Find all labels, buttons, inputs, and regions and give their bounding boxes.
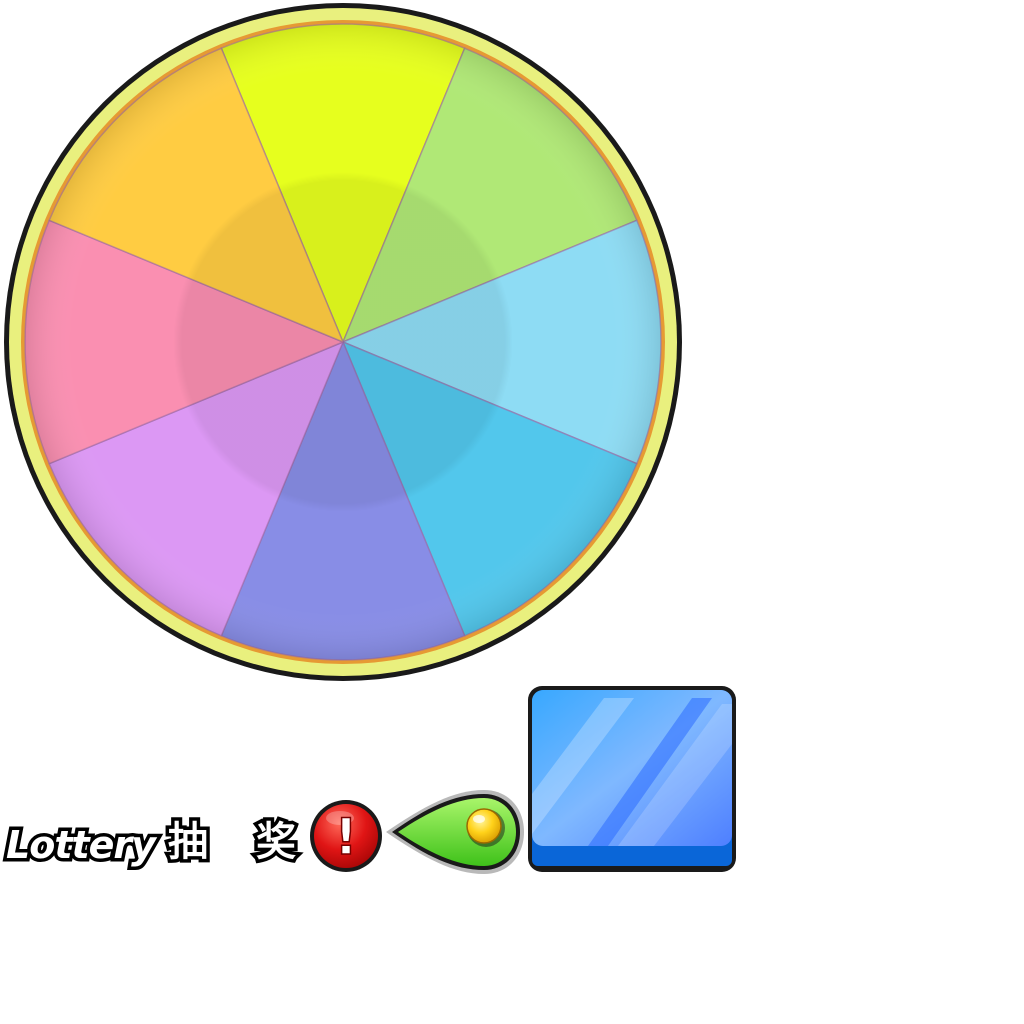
lottery-asset-sheet: Lottery 抽 奖 ! — [0, 0, 1024, 1024]
blue-glossy-button[interactable] — [526, 684, 738, 874]
title-chinese-char-1: 抽 — [165, 819, 212, 866]
prize-wheel[interactable] — [0, 0, 690, 690]
alert-symbol: ! — [335, 808, 358, 866]
wheel-center-shade — [173, 172, 513, 512]
title-chinese-char-2: 奖 — [253, 819, 300, 866]
title-lottery: Lottery — [3, 823, 160, 868]
exclamation-icon[interactable]: ! — [308, 798, 384, 874]
wheel-pointer-icon — [386, 790, 524, 874]
